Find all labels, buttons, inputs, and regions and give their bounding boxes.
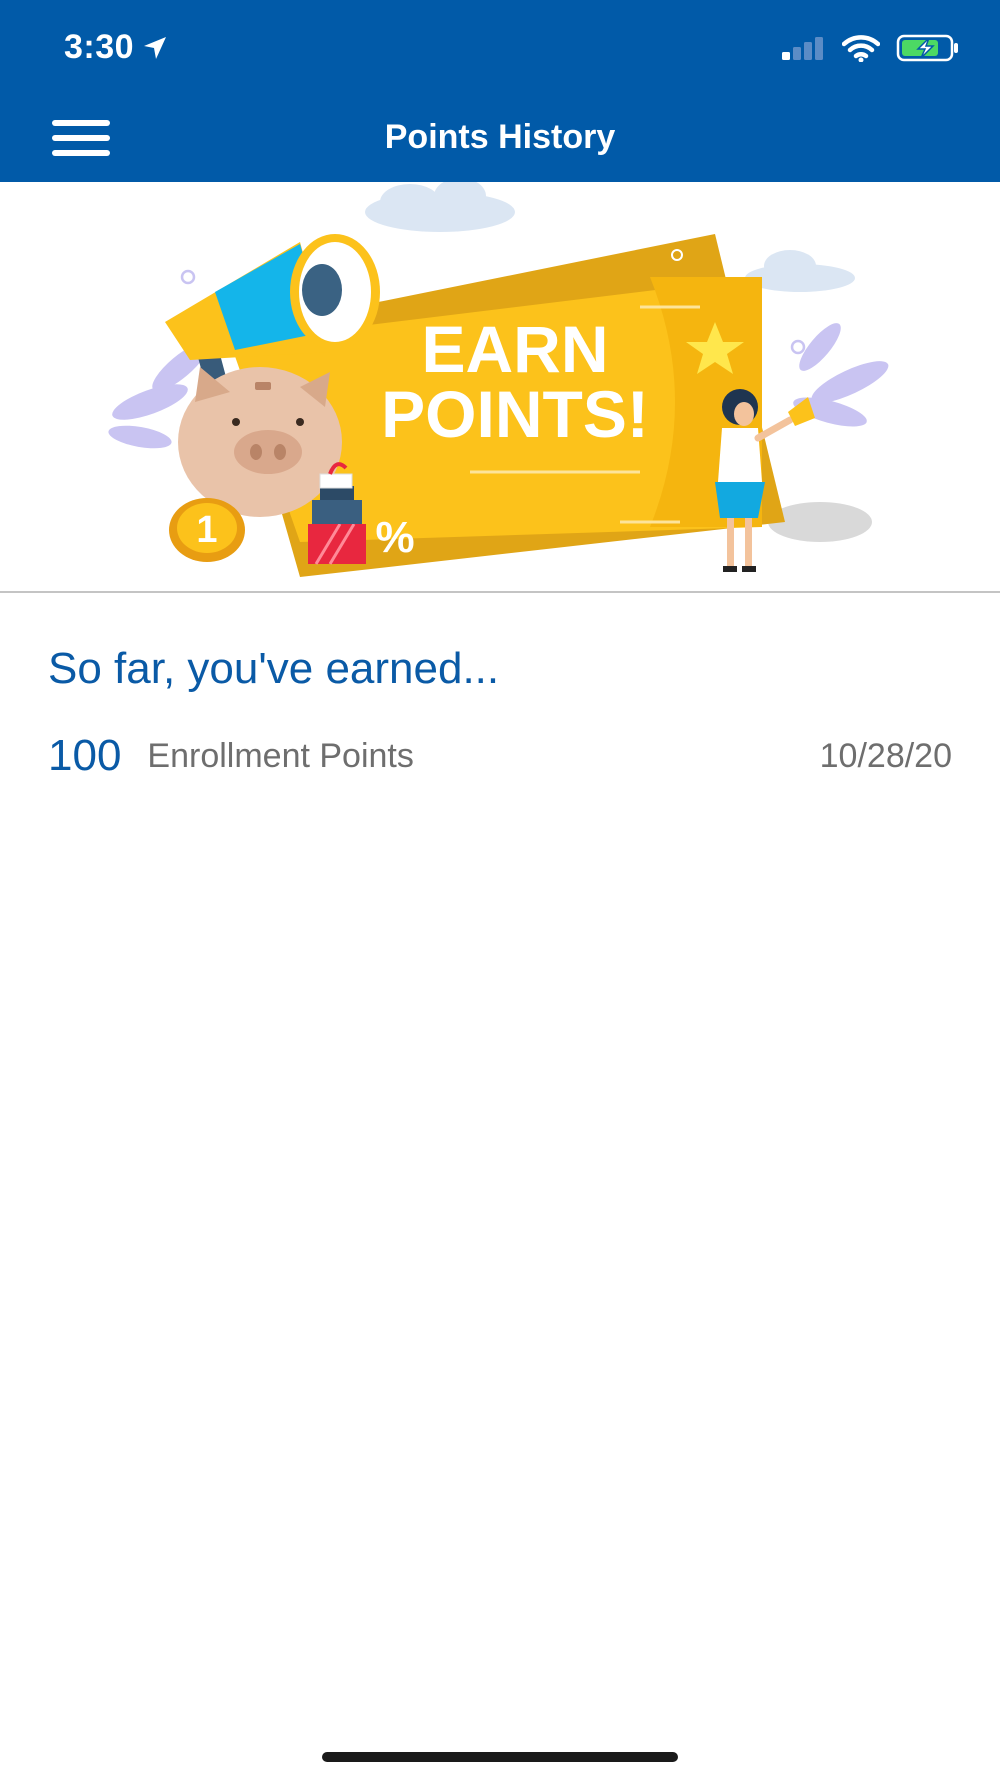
points-summary-heading: So far, you've earned... [48, 644, 500, 693]
points-amount: 100 [48, 731, 122, 780]
home-indicator[interactable] [322, 1752, 678, 1762]
section-divider [0, 591, 1000, 593]
points-history-row: 100 Enrollment Points 10/28/20 [48, 728, 952, 784]
piggy-bank-icon [178, 367, 342, 517]
cloud-icon [365, 178, 515, 232]
app-header: 3:30 Points History [0, 0, 1000, 182]
decor-dot [790, 339, 806, 355]
cellular-signal-icon [782, 37, 823, 60]
coin-icon: 1 [169, 498, 245, 562]
location-arrow-icon [144, 36, 167, 59]
battery-charging-icon [896, 34, 958, 62]
status-icons [780, 34, 960, 62]
status-time: 3:30 [64, 28, 168, 67]
decor-dot [180, 269, 196, 285]
banner-line2: POINTS! [381, 377, 649, 451]
banner-line1: EARN [421, 312, 608, 386]
points-date: 10/28/20 [819, 736, 952, 775]
earn-points-banner: EARN POINTS! 1 % [0, 178, 1000, 590]
earn-points-illustration: EARN POINTS! 1 % [108, 178, 889, 577]
status-time-text: 3:30 [64, 28, 135, 66]
coin-number: 1 [196, 509, 217, 551]
page-title: Points History [384, 118, 616, 156]
points-description: Enrollment Points [147, 736, 414, 775]
wifi-icon [842, 35, 880, 62]
percent-sign: % [375, 513, 414, 562]
